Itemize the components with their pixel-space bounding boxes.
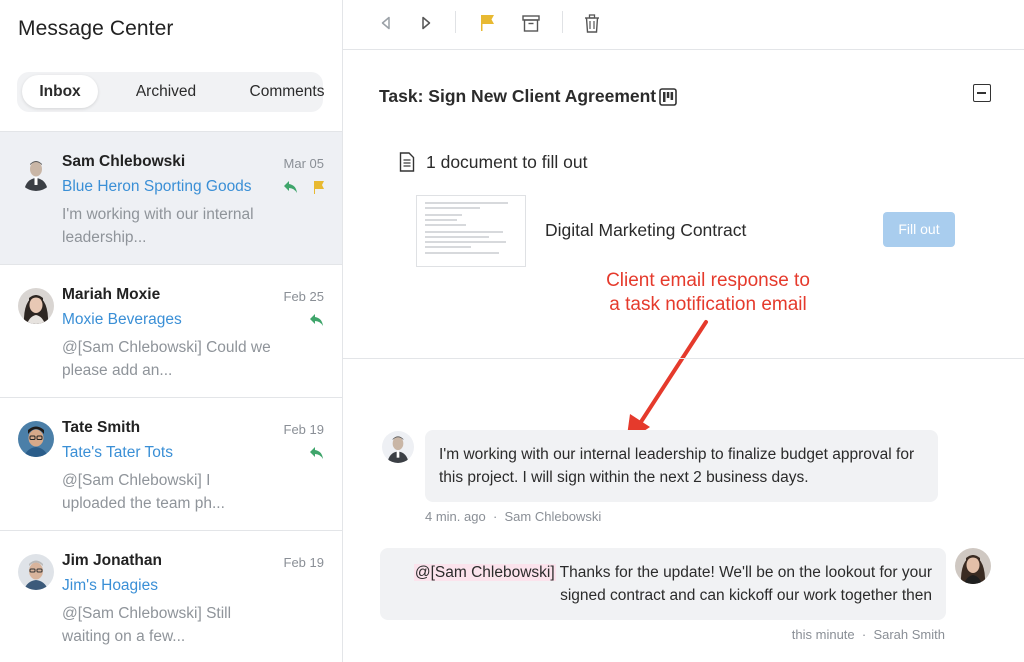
message-preview: @[Sam Chlebowski] Could we please add an… bbox=[62, 339, 271, 379]
message-preview: I'm working with our internal leadership… bbox=[62, 206, 254, 246]
document-count: 1 document to fill out bbox=[426, 152, 588, 172]
document-icon bbox=[399, 152, 415, 177]
message-status-icons bbox=[309, 446, 325, 465]
flag-icon bbox=[313, 180, 325, 199]
message-date: Mar 05 bbox=[283, 156, 324, 171]
message-sender: Tate Smith bbox=[62, 419, 141, 436]
document-thumbnail[interactable] bbox=[416, 195, 526, 267]
tab-inbox[interactable]: Inbox bbox=[22, 75, 98, 108]
message-preview: @[Sam Chlebowski] I uploaded the team ph… bbox=[62, 472, 225, 512]
annotation-arrow bbox=[626, 320, 708, 443]
message-status-icons bbox=[283, 180, 325, 199]
comment-bubble: @[Sam Chlebowski] Thanks for the update!… bbox=[380, 548, 946, 620]
comment-time: 4 min. ago bbox=[425, 509, 486, 524]
avatar bbox=[955, 548, 991, 584]
toolbar-separator bbox=[455, 11, 456, 33]
toolbar bbox=[343, 0, 1024, 50]
trash-icon[interactable] bbox=[579, 10, 605, 36]
message-status-icons bbox=[309, 313, 325, 332]
comment-text: Thanks for the update! We'll be on the l… bbox=[555, 564, 932, 604]
avatar bbox=[382, 431, 414, 463]
sidebar: Message Center Inbox Archived Comments S… bbox=[0, 0, 343, 662]
tab-bar: Inbox Archived Comments bbox=[17, 72, 324, 112]
fill-out-button[interactable]: Fill out bbox=[883, 212, 955, 247]
message-item[interactable]: Jim Jonathan Feb 19 Jim's Hoagies @[Sam … bbox=[0, 531, 342, 662]
avatar bbox=[18, 155, 54, 191]
message-date: Feb 19 bbox=[283, 422, 324, 437]
document-name: Digital Marketing Contract bbox=[545, 220, 747, 240]
message-item[interactable]: Tate Smith Feb 19 Tate's Tater Tots @[Sa… bbox=[0, 398, 342, 531]
app-title: Message Center bbox=[18, 17, 174, 40]
message-item[interactable]: Sam Chlebowski Mar 05 Blue Heron Sportin… bbox=[0, 132, 342, 265]
message-date: Feb 25 bbox=[283, 289, 324, 304]
avatar bbox=[18, 288, 54, 324]
comment-bubble: I'm working with our internal leadership… bbox=[425, 430, 938, 502]
message-company: Blue Heron Sporting Goods bbox=[62, 178, 252, 195]
comment-time: this minute bbox=[791, 627, 855, 642]
tab-comments[interactable]: Comments bbox=[243, 75, 331, 108]
toolbar-separator bbox=[562, 11, 563, 33]
prev-icon[interactable] bbox=[373, 10, 399, 36]
reply-icon bbox=[309, 313, 325, 332]
comment-meta: this minute · Sarah Smith bbox=[792, 627, 945, 642]
avatar bbox=[18, 421, 54, 457]
message-company: Tate's Tater Tots bbox=[62, 444, 173, 461]
message-preview: @[Sam Chlebowski] Still waiting on a few… bbox=[62, 605, 232, 645]
section-divider bbox=[343, 358, 1024, 359]
avatar bbox=[18, 554, 54, 590]
reply-icon bbox=[283, 180, 299, 199]
meta-separator: · bbox=[858, 627, 874, 642]
collapse-button[interactable] bbox=[973, 84, 991, 102]
reply-icon bbox=[309, 446, 325, 465]
message-date: Feb 19 bbox=[283, 555, 324, 570]
annotation-line: a task notification email bbox=[609, 294, 807, 315]
main-panel: Task: Sign New Client Agreement 1 docume… bbox=[343, 0, 1024, 662]
message-item[interactable]: Mariah Moxie Feb 25 Moxie Beverages @[Sa… bbox=[0, 265, 342, 398]
tab-archived[interactable]: Archived bbox=[121, 75, 211, 108]
comment-author: Sarah Smith bbox=[873, 627, 945, 642]
annotation-callout: Client email response to a task notifica… bbox=[573, 269, 843, 317]
message-company: Moxie Beverages bbox=[62, 311, 182, 328]
task-title: Task: Sign New Client Agreement bbox=[379, 86, 657, 106]
kanban-board-icon[interactable] bbox=[659, 88, 677, 111]
message-sender: Sam Chlebowski bbox=[62, 153, 186, 170]
message-company: Jim's Hoagies bbox=[62, 577, 158, 594]
annotation-line: Client email response to bbox=[606, 270, 810, 291]
comment-meta: 4 min. ago · Sam Chlebowski bbox=[425, 509, 601, 524]
comment-author: Sam Chlebowski bbox=[504, 509, 602, 524]
message-sender: Mariah Moxie bbox=[62, 286, 161, 303]
next-icon[interactable] bbox=[413, 10, 439, 36]
meta-separator: · bbox=[489, 509, 505, 524]
message-list: Sam Chlebowski Mar 05 Blue Heron Sportin… bbox=[0, 131, 342, 662]
flag-icon[interactable] bbox=[474, 10, 500, 36]
message-sender: Jim Jonathan bbox=[62, 552, 162, 569]
archive-icon[interactable] bbox=[518, 10, 544, 36]
mention-tag[interactable]: @[Sam Chlebowski] bbox=[413, 564, 556, 581]
